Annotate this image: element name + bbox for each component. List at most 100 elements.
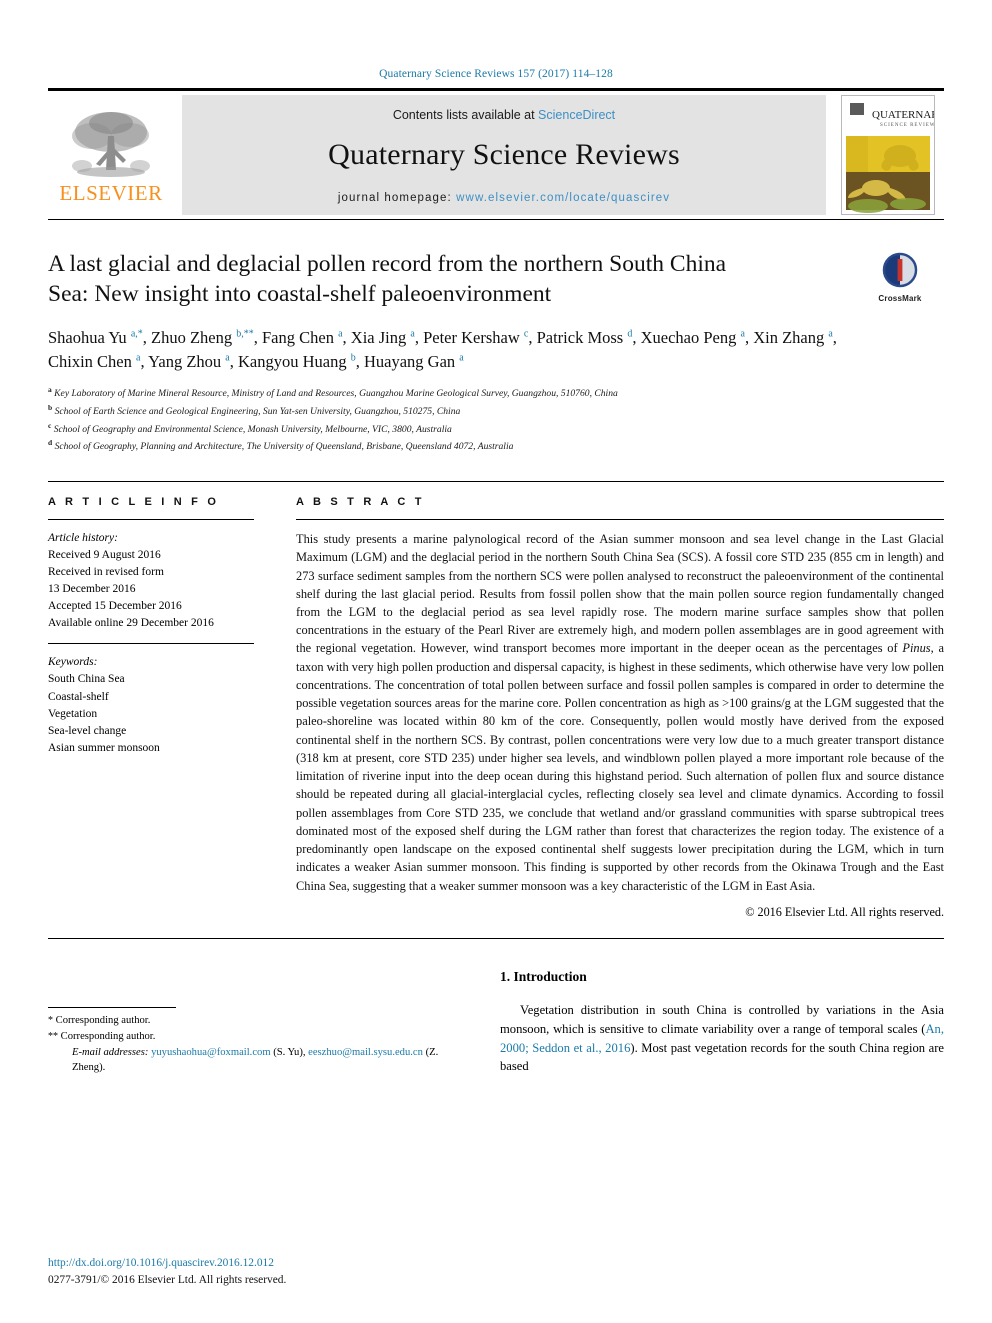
contents-prefix: Contents lists available at [392, 108, 539, 122]
author-name: Chixin Chen [48, 352, 132, 372]
section-divider [48, 937, 944, 939]
author-item: Huayang Gan a [364, 352, 464, 371]
email-label: E-mail addresses: [72, 1046, 149, 1058]
abstract-column: A B S T R A C T This study presents a ma… [276, 496, 944, 920]
elsevier-logo: ELSEVIER [48, 91, 174, 219]
footnote-marker: ** [48, 1030, 58, 1042]
keyword-item: Asian summer monsoon [48, 742, 160, 755]
footnote-item: ** Corresponding author. [48, 1029, 452, 1045]
author-name: Xia Jing [350, 327, 407, 347]
affiliation-item: b School of Earth Science and Geological… [48, 402, 944, 420]
left-column: * Corresponding author. ** Corresponding… [48, 969, 478, 1077]
footnote-item: * Corresponding author. [48, 1013, 452, 1029]
issn-copyright: 0277-3791/© 2016 Elsevier Ltd. All right… [48, 1273, 287, 1286]
footnotes-block: * Corresponding author. ** Corresponding… [48, 1006, 452, 1077]
footnote-text: Corresponding author. [55, 1014, 151, 1026]
article-info-column: A R T I C L E I N F O Article history: R… [48, 496, 276, 920]
email-link-1[interactable]: yuyushaohua@foxmail.com [151, 1047, 271, 1058]
homepage-prefix: journal homepage: [337, 192, 457, 204]
footnote-divider [48, 1006, 176, 1008]
abstract-italic-taxon: Pinus [902, 641, 931, 656]
body-columns: * Corresponding author. ** Corresponding… [48, 969, 944, 1077]
affiliation-text: School of Geography, Planning and Archit… [54, 441, 514, 453]
author-marks: a [136, 352, 141, 364]
author-name: Xuechao Peng [640, 327, 737, 347]
author-item: Xin Zhang a [753, 328, 833, 347]
article-history-item: Received 9 August 2016 [48, 549, 161, 562]
author-name: Peter Kershaw [423, 327, 520, 347]
article-info-heading: A R T I C L E I N F O [48, 496, 220, 509]
divider [48, 519, 254, 521]
author-marks: b [350, 352, 356, 364]
affiliation-marker: d [48, 438, 53, 448]
author-item: Fang Chen a [262, 328, 343, 347]
page-title: A last glacial and deglacial pollen reco… [48, 251, 727, 307]
abstract-heading: A B S T R A C T [296, 496, 425, 509]
journal-cover-thumbnail: QUATERNARY SCIENCE REVIEWS [841, 95, 935, 215]
affiliation-text: Key Laboratory of Marine Mineral Resourc… [54, 388, 618, 400]
affiliation-item: a Key Laboratory of Marine Mineral Resou… [48, 384, 944, 402]
svg-text:QUATERNARY: QUATERNARY [872, 109, 934, 121]
author-item: Chixin Chen a [48, 352, 140, 371]
journal-banner: Contents lists available at ScienceDirec… [182, 95, 826, 215]
author-item: Kangyou Huang b [238, 352, 356, 371]
abstract-part-2: , a taxon with very high pollen producti… [296, 641, 944, 893]
footnote-emails: E-mail addresses: yuyushaohua@foxmail.co… [72, 1046, 439, 1074]
abstract-body: This study presents a marine palynologic… [296, 530, 944, 895]
email-link-2[interactable]: eeszhuo@mail.sysu.edu.cn [308, 1047, 423, 1058]
doi-link[interactable]: http://dx.doi.org/10.1016/j.quascirev.20… [48, 1255, 468, 1272]
keyword-item: Vegetation [48, 707, 98, 720]
author-item: Zhuo Zheng b,** [151, 328, 254, 347]
journal-homepage-link[interactable]: www.elsevier.com/locate/quascirev [456, 192, 670, 204]
running-head: Quaternary Science Reviews 157 (2017) 11… [379, 68, 613, 80]
affiliation-item: d School of Geography, Planning and Arch… [48, 437, 944, 455]
paper-page: Quaternary Science Reviews 157 (2017) 11… [0, 0, 992, 1323]
title-block: A last glacial and deglacial pollen reco… [48, 250, 944, 310]
author-item: Shaohua Yu a,* [48, 328, 143, 347]
author-item: Peter Kershaw c [423, 328, 528, 347]
affiliation-marker: c [48, 420, 52, 430]
crossmark-badge[interactable]: CrossMark [856, 252, 944, 303]
affiliation-marker: a [48, 385, 52, 395]
author-marks: a [828, 328, 833, 340]
divider [48, 643, 254, 645]
elsevier-tree-icon [72, 112, 150, 177]
crossmark-icon [882, 252, 918, 288]
info-abstract-section: A R T I C L E I N F O Article history: R… [48, 481, 944, 920]
introduction-paragraph: Vegetation distribution in south China i… [500, 1001, 944, 1077]
author-marks: d [627, 328, 633, 340]
author-name: Patrick Moss [536, 327, 624, 347]
journal-homepage-line: journal homepage: www.elsevier.com/locat… [338, 192, 670, 204]
affiliation-marker: b [48, 402, 53, 412]
author-marks: a [459, 352, 464, 364]
article-history-item: 13 December 2016 [48, 583, 136, 596]
elsevier-wordmark: ELSEVIER [59, 181, 163, 205]
intro-text-pre: Vegetation distribution in south China i… [500, 1002, 944, 1036]
keyword-item: South China Sea [48, 673, 125, 686]
article-history-item: Accepted 15 December 2016 [48, 600, 182, 613]
journal-title: Quaternary Science Reviews [328, 138, 680, 171]
author-name: Xin Zhang [753, 327, 825, 347]
cover-artwork-icon: QUATERNARY SCIENCE REVIEWS [842, 96, 934, 214]
author-marks: a [410, 328, 415, 340]
abstract-copyright: © 2016 Elsevier Ltd. All rights reserved… [745, 904, 944, 919]
author-name: Kangyou Huang [237, 352, 347, 372]
article-history-item: Available online 29 December 2016 [48, 617, 214, 630]
right-column: 1. Introduction Vegetation distribution … [478, 969, 944, 1077]
sciencedirect-link[interactable]: ScienceDirect [538, 108, 615, 122]
introduction-heading: 1. Introduction [500, 968, 587, 984]
author-name: Yang Zhou [148, 352, 222, 372]
author-marks: c [523, 328, 529, 340]
journal-cover-cell: QUATERNARY SCIENCE REVIEWS [832, 91, 944, 219]
author-list: Shaohua Yu a,*, Zhuo Zheng b,**, Fang Ch… [48, 327, 837, 372]
contents-available-line: Contents lists available at ScienceDirec… [393, 108, 615, 122]
author-marks: b,** [236, 328, 254, 340]
affiliation-item: c School of Geography and Environmental … [48, 420, 944, 438]
divider [296, 519, 944, 521]
email-person-1: (S. Yu) [273, 1046, 303, 1058]
author-item: Xia Jing a [351, 328, 415, 347]
crossmark-label: CrossMark [878, 294, 922, 303]
affiliation-text: School of Geography and Environmental Sc… [53, 423, 452, 435]
keyword-item: Coastal-shelf [48, 690, 109, 703]
author-marks: a [338, 328, 343, 340]
